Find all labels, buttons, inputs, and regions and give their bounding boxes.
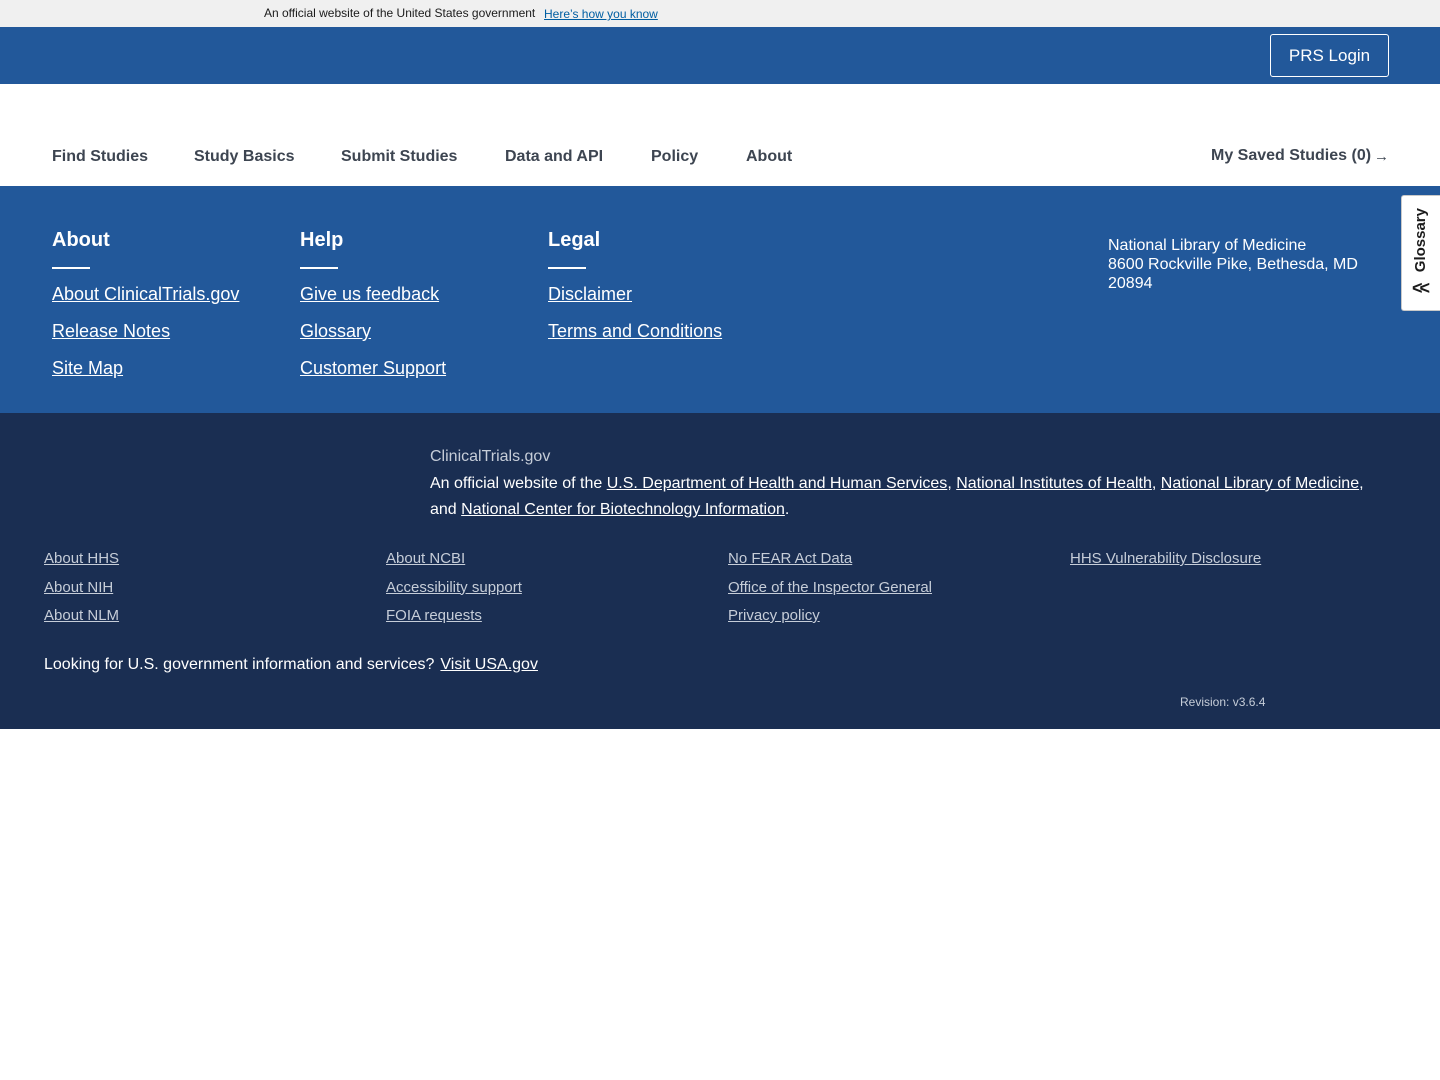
give-feedback-link[interactable]: Give us feedback [300, 284, 439, 304]
separator: , [947, 475, 957, 492]
nav-study-basics[interactable]: Study Basics [194, 148, 294, 166]
footer-legal-column: Legal Disclaimer Terms and Conditions [548, 228, 722, 358]
usa-gov-text: Looking for U.S. government information … [44, 656, 435, 673]
about-ncbi-link[interactable]: About NCBI [386, 550, 465, 567]
footer-links-column-4: HHS Vulnerability Disclosure [1070, 550, 1261, 579]
nav-submit-studies[interactable]: Submit Studies [341, 148, 457, 166]
glossary-tab-label: Glossary [1412, 208, 1429, 273]
and-text: and [430, 501, 462, 518]
footer-legal-heading: Legal [548, 229, 601, 251]
period: . [784, 501, 790, 518]
footer-about-column: About About ClinicalTrials.gov Release N… [52, 228, 239, 395]
nlm-link[interactable]: National Library of Medicine [1161, 475, 1359, 492]
address-line-2: 8600 Rockville Pike, Bethesda, MD [1108, 256, 1358, 273]
visit-usa-gov-link[interactable]: Visit USA.gov [440, 656, 538, 673]
footer-links-column-2: About NCBI Accessibility support FOIA re… [386, 550, 522, 636]
footer-help-column: Help Give us feedback Glossary Customer … [300, 228, 446, 395]
footer-help-heading: Help [300, 229, 344, 251]
heading-rule [52, 267, 90, 269]
site-map-link[interactable]: Site Map [52, 358, 123, 378]
revision-label: Revision: v3.6.4 [1180, 695, 1266, 709]
gov-banner: An official website of the United States… [0, 0, 1440, 27]
about-clinicaltrials-link[interactable]: About ClinicalTrials.gov [52, 284, 239, 304]
customer-support-link[interactable]: Customer Support [300, 358, 446, 378]
no-fear-act-link[interactable]: No FEAR Act Data [728, 550, 852, 567]
heres-how-you-know-link[interactable]: Here’s how you know [544, 7, 658, 21]
terms-conditions-link[interactable]: Terms and Conditions [548, 321, 722, 341]
address-line-1: National Library of Medicine [1108, 237, 1307, 254]
inspector-general-link[interactable]: Office of the Inspector General [728, 579, 932, 596]
nav-policy[interactable]: Policy [651, 148, 698, 166]
address-line-3: 20894 [1108, 275, 1153, 292]
main-nav: Find Studies Study Basics Submit Studies… [0, 84, 1440, 186]
double-chevron-left-icon: << [1412, 278, 1430, 298]
about-nlm-link[interactable]: About NLM [44, 607, 119, 624]
hhs-link[interactable]: U.S. Department of Health and Human Serv… [607, 475, 948, 492]
nav-about[interactable]: About [746, 148, 792, 166]
prs-login-button[interactable]: PRS Login [1270, 34, 1389, 77]
disclaimer-link[interactable]: Disclaimer [548, 284, 632, 304]
footer-about-heading: About [52, 229, 110, 251]
separator: , [1151, 475, 1161, 492]
footer-primary: About About ClinicalTrials.gov Release N… [0, 186, 1440, 413]
footer-secondary: ClinicalTrials.gov An official website o… [0, 413, 1440, 729]
nav-data-and-api[interactable]: Data and API [505, 148, 603, 166]
ncbi-link[interactable]: National Center for Biotechnology Inform… [461, 501, 785, 518]
site-name: ClinicalTrials.gov [430, 448, 551, 465]
separator: , [1359, 475, 1364, 492]
official-prefix: An official website of the [430, 475, 607, 492]
hhs-vulnerability-link[interactable]: HHS Vulnerability Disclosure [1070, 550, 1261, 567]
nih-link[interactable]: National Institutes of Health [956, 475, 1152, 492]
about-nih-link[interactable]: About NIH [44, 579, 113, 596]
header-bar: PRS Login [0, 27, 1440, 84]
heading-rule [548, 267, 586, 269]
privacy-policy-link[interactable]: Privacy policy [728, 607, 820, 624]
heading-rule [300, 267, 338, 269]
foia-requests-link[interactable]: FOIA requests [386, 607, 482, 624]
footer-links-column-3: No FEAR Act Data Office of the Inspector… [728, 550, 932, 636]
saved-studies-label: My Saved Studies (0) [1211, 147, 1372, 164]
usa-gov-statement: Looking for U.S. government information … [44, 656, 538, 674]
gov-banner-text: An official website of the United States… [264, 6, 536, 20]
nav-find-studies[interactable]: Find Studies [52, 148, 148, 166]
release-notes-link[interactable]: Release Notes [52, 321, 170, 341]
footer-links-column-1: About HHS About NIH About NLM [44, 550, 119, 636]
accessibility-support-link[interactable]: Accessibility support [386, 579, 522, 596]
arrow-right-icon: → [1374, 147, 1390, 165]
glossary-link[interactable]: Glossary [300, 321, 371, 341]
glossary-tab[interactable]: Glossary << [1401, 195, 1440, 311]
my-saved-studies-link[interactable]: My Saved Studies (0) → [1211, 147, 1389, 165]
nlm-address: National Library of Medicine 8600 Rockvi… [1108, 236, 1368, 293]
about-hhs-link[interactable]: About HHS [44, 550, 119, 567]
official-website-statement: An official website of the U.S. Departme… [430, 471, 1370, 523]
